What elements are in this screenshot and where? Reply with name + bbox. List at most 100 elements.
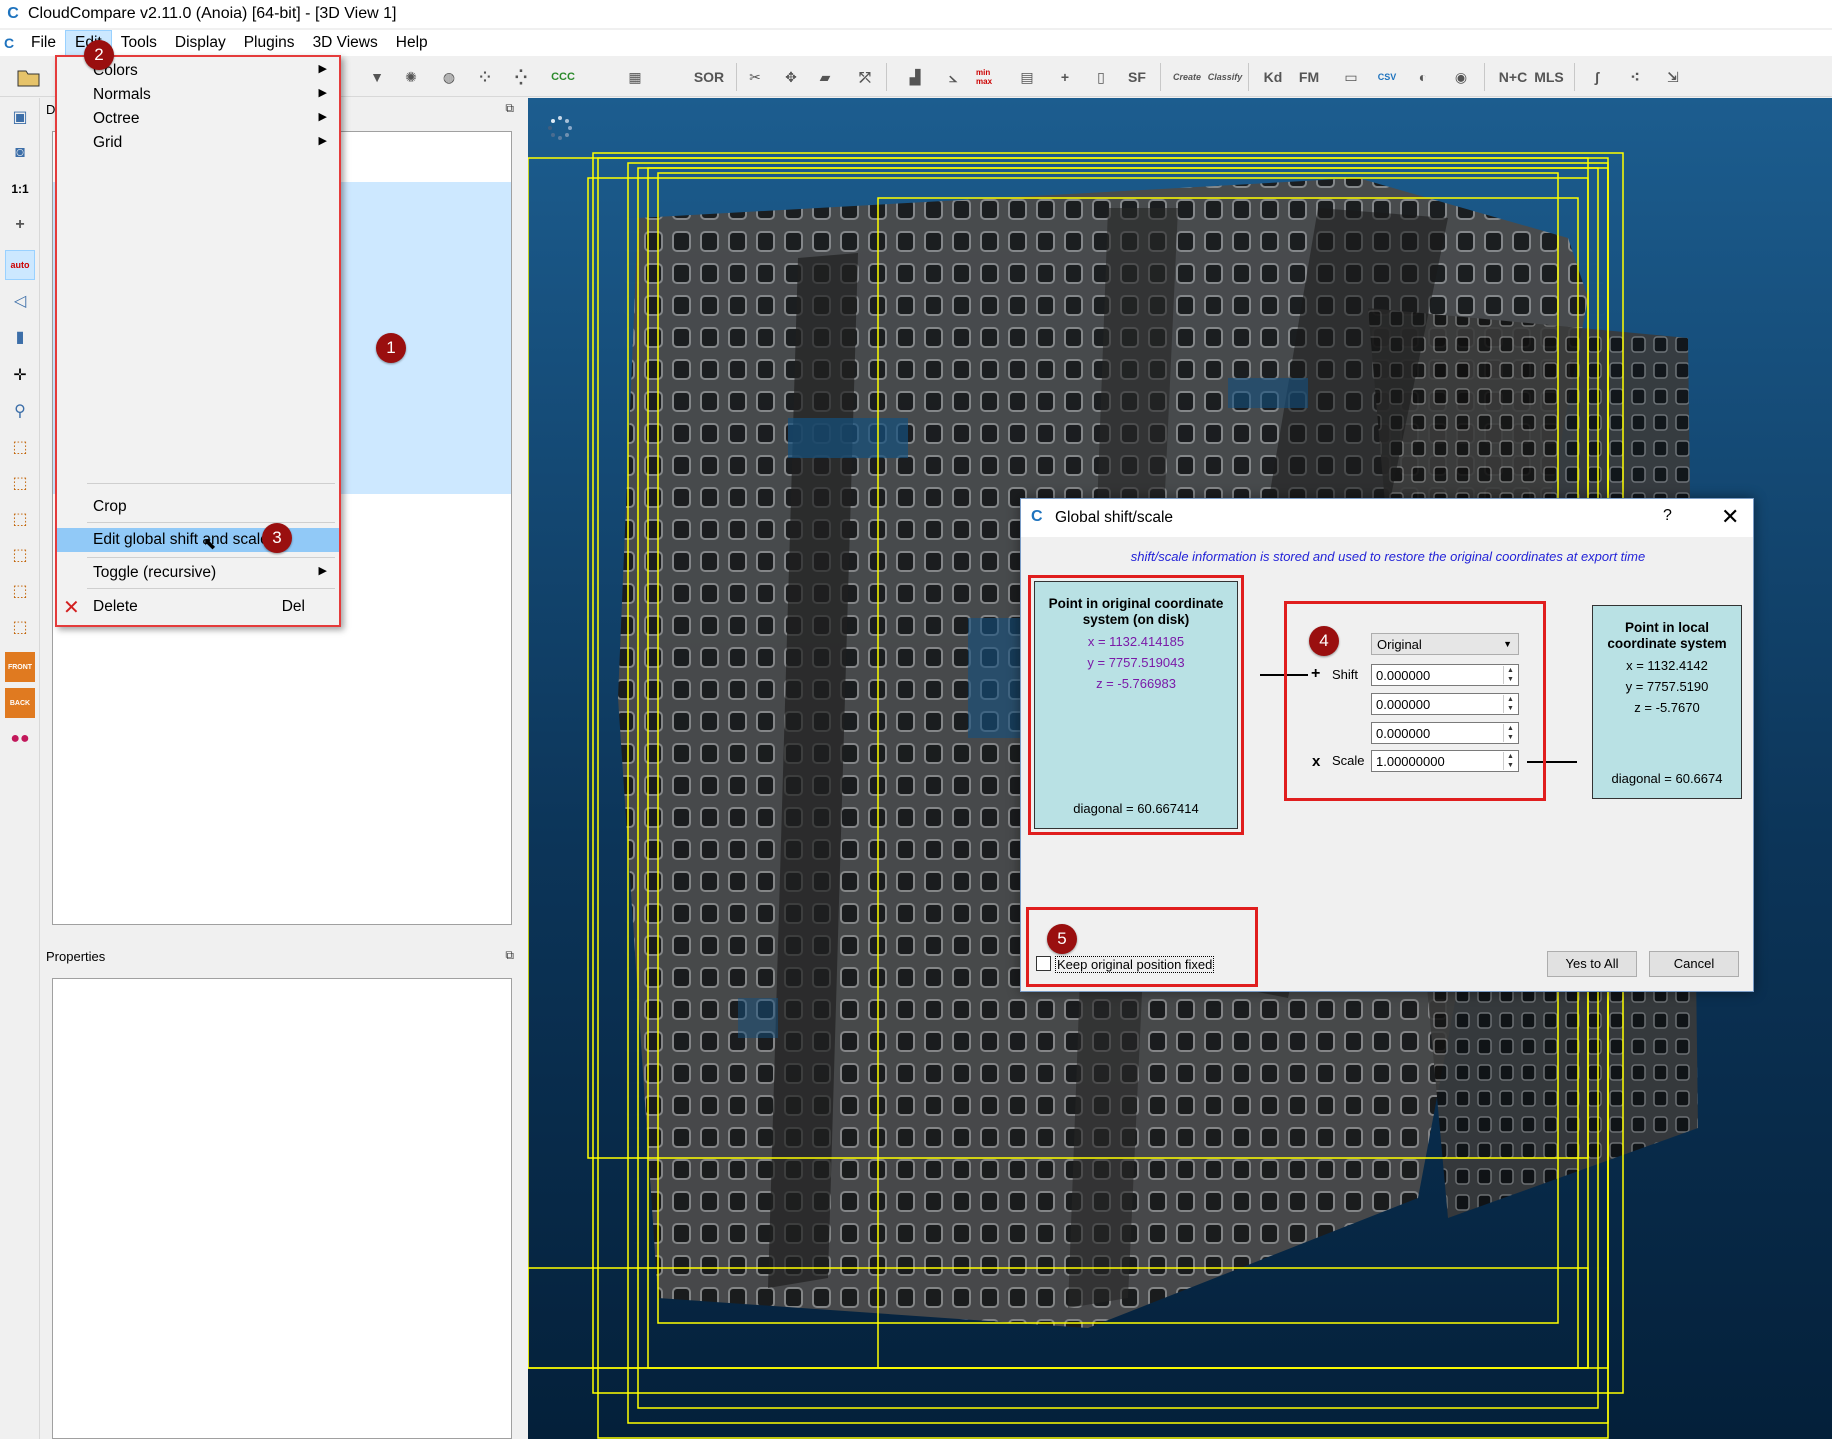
menu-item-edit-global-shift-scale[interactable]: Edit global shift and scale ⬉	[57, 528, 339, 553]
keep-original-label[interactable]: Keep original position fixed	[1055, 956, 1215, 973]
local-z: z = -5.7670	[1634, 700, 1700, 715]
menu-item-toggle-recursive[interactable]: Toggle (recursive) ▶	[57, 561, 339, 585]
checker-icon[interactable]: ▦	[620, 62, 650, 92]
plane-icon[interactable]: ▰	[810, 62, 840, 92]
segment-icon[interactable]: ✂	[740, 62, 770, 92]
menu-item-normals[interactable]: Normals ▶	[57, 83, 339, 107]
bottom-view-icon[interactable]: ⬚	[5, 612, 35, 642]
left-view-icon[interactable]: ⬚	[5, 504, 35, 534]
cancel-button[interactable]: Cancel	[1649, 951, 1739, 977]
csv-icon[interactable]: CSV	[1372, 62, 1402, 92]
display-icon[interactable]: ▣	[5, 102, 35, 132]
pan-icon[interactable]: ✛	[5, 360, 35, 390]
back-view-icon[interactable]: BACK	[5, 688, 35, 718]
front-cube-icon[interactable]: ⬚	[5, 468, 35, 498]
align-icon[interactable]: ⤱	[850, 62, 880, 92]
camera-icon[interactable]: ◙	[5, 138, 35, 168]
cloudcompare-logo-icon: C	[7, 5, 19, 22]
spinner-arrows-icon[interactable]: ▲ ▼	[1503, 666, 1517, 684]
submenu-arrow-icon: ▶	[318, 135, 327, 147]
scale-label: Scale	[1332, 753, 1365, 768]
ambient-occlusion-icon[interactable]: ◐	[1408, 62, 1438, 92]
menu-separator	[87, 588, 335, 589]
sphere-icon[interactable]: ◍	[434, 62, 464, 92]
properties-header: Properties ⧉	[40, 945, 522, 969]
undock-icon[interactable]: ⧉	[505, 101, 514, 116]
app-menu-icon[interactable]: C	[4, 35, 22, 51]
original-diagonal: diagonal = 60.667414	[1073, 801, 1199, 816]
canupo-create-icon[interactable]: Create	[1172, 62, 1202, 92]
zoom-icon[interactable]: ⚲	[5, 396, 35, 426]
mls-icon[interactable]: MLS	[1534, 62, 1564, 92]
add-sf-icon[interactable]: +	[1050, 62, 1080, 92]
top-view-icon[interactable]: ⬚	[5, 432, 35, 462]
close-button[interactable]: ✕	[1721, 504, 1739, 530]
menu-display[interactable]: Display	[166, 31, 235, 55]
spinner-arrows-icon[interactable]: ▲ ▼	[1503, 752, 1517, 770]
stereo-icon[interactable]: ●●	[5, 724, 35, 754]
menu-tools[interactable]: Tools	[112, 31, 166, 55]
ccc-icon[interactable]: CCC	[548, 62, 578, 92]
menu-plugins[interactable]: Plugins	[235, 31, 304, 55]
perspective-icon[interactable]: ◁	[5, 286, 35, 316]
subsample-icon[interactable]: ⁛	[506, 62, 536, 92]
multiply-icon: x	[1312, 753, 1321, 770]
keep-original-checkbox[interactable]	[1036, 956, 1051, 971]
menu-item-grid[interactable]: Grid ▶	[57, 131, 339, 155]
help-button[interactable]: ?	[1663, 507, 1672, 525]
menu-file[interactable]: File	[22, 31, 65, 55]
n-plus-c-icon[interactable]: N+C	[1498, 62, 1528, 92]
sf-icon[interactable]: SF	[1122, 62, 1152, 92]
shift-z-field[interactable]: 0.000000 ▲ ▼	[1371, 722, 1519, 744]
export-icon[interactable]: ▭	[1336, 62, 1366, 92]
sor-filter-icon[interactable]: SOR	[694, 62, 724, 92]
points-list-icon[interactable]: ⁖	[1620, 62, 1650, 92]
menu-item-octree[interactable]: Octree ▶	[57, 107, 339, 131]
zoom-1-1-icon[interactable]: 1:1	[5, 174, 35, 204]
cloudcompare-logo-icon: C	[1031, 508, 1043, 525]
scale-field[interactable]: 1.00000000 ▲ ▼	[1371, 750, 1519, 772]
canupo-classify-icon[interactable]: Classify	[1208, 62, 1243, 92]
spinner-arrows-icon[interactable]: ▲ ▼	[1503, 724, 1517, 742]
minmax-icon[interactable]: min max	[976, 62, 1006, 92]
right-view-icon[interactable]: ⬚	[5, 576, 35, 606]
menu-item-crop[interactable]: Crop	[57, 495, 339, 519]
delete-sf-icon[interactable]: ▯	[1086, 62, 1116, 92]
dialog-title-bar: C Global shift/scale ? ✕	[1021, 499, 1753, 537]
menu-help[interactable]: Help	[387, 31, 437, 55]
translate-rotate-icon[interactable]: ✥	[776, 62, 806, 92]
noise-icon[interactable]: ✺	[396, 62, 426, 92]
dialog-title: Global shift/scale	[1055, 509, 1174, 526]
filter-icon[interactable]: ▼	[362, 62, 392, 92]
mode-select-value: Original	[1377, 637, 1422, 652]
menu-item-delete[interactable]: ✕ Delete Del	[57, 595, 339, 619]
globe-icon[interactable]: ◉	[1446, 62, 1476, 92]
menu-separator	[87, 557, 335, 558]
kd-tree-icon[interactable]: Kd	[1258, 62, 1288, 92]
shift-y-value: 0.000000	[1376, 697, 1431, 712]
points-icon[interactable]: ⁘	[470, 62, 500, 92]
open-file-icon[interactable]	[14, 62, 44, 92]
properties-panel[interactable]	[52, 978, 512, 1439]
step-badge-3: 3	[262, 523, 292, 553]
shift-y-field[interactable]: 0.000000 ▲ ▼	[1371, 693, 1519, 715]
yes-to-all-button[interactable]: Yes to All	[1547, 951, 1637, 977]
cube-icon[interactable]: ▮	[5, 322, 35, 352]
front-view-icon[interactable]: FRONT	[5, 652, 35, 682]
crosshair-icon[interactable]: +	[5, 210, 35, 240]
back-cube-icon[interactable]: ⬚	[5, 540, 35, 570]
section-icon[interactable]: ʃ	[1582, 62, 1612, 92]
local-coordinates-box: Point in local coordinate system x = 113…	[1592, 605, 1742, 799]
shift-x-field[interactable]: 0.000000 ▲ ▼	[1371, 664, 1519, 686]
menu-3d-views[interactable]: 3D Views	[304, 31, 387, 55]
histogram-icon[interactable]: ▟	[900, 62, 930, 92]
compass-icon[interactable]: ⇲	[1658, 62, 1688, 92]
mode-select[interactable]: Original ▼	[1371, 633, 1519, 655]
auto-pivot-icon[interactable]: auto	[5, 250, 35, 280]
calculator-icon[interactable]: ▤	[1012, 62, 1042, 92]
fast-marching-icon[interactable]: FM	[1294, 62, 1324, 92]
properties-undock-icon[interactable]: ⧉	[505, 948, 514, 963]
sor-label: SOR	[693, 69, 725, 85]
plot-icon[interactable]: ⦣	[938, 62, 968, 92]
spinner-arrows-icon[interactable]: ▲ ▼	[1503, 695, 1517, 713]
